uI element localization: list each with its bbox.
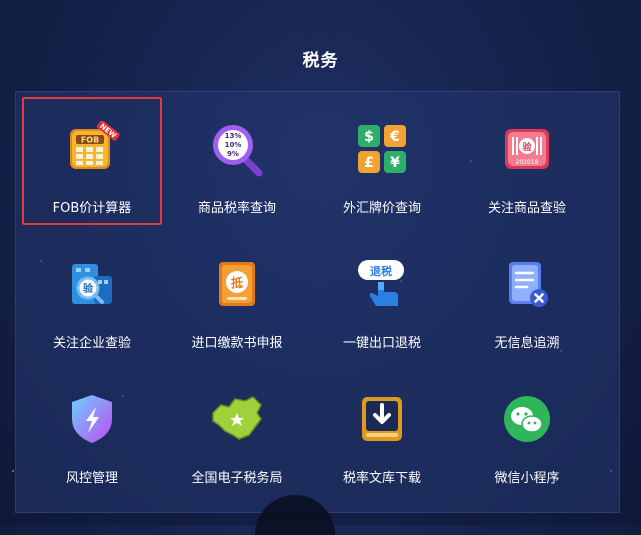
svg-text:退税: 退税: [370, 264, 392, 278]
tile-label: 关注企业查验: [52, 336, 131, 351]
svg-text:验: 验: [522, 141, 532, 153]
tile-goods-inspection[interactable]: 验 202018 关注商品查验: [457, 97, 597, 225]
currency-exchange-icon: $ € £ ¥: [354, 121, 410, 177]
svg-text:¥: ¥: [390, 155, 400, 171]
enterprise-inspection-icon: 验: [64, 256, 120, 312]
wechat-icon: [499, 391, 555, 447]
tile-no-info-trace[interactable]: 无信息追溯: [457, 232, 597, 360]
trace-document-icon: [499, 256, 555, 312]
risk-control-shield-icon: [64, 391, 120, 447]
svg-text:9%: 9%: [227, 150, 239, 158]
download-library-icon: [354, 391, 410, 447]
svg-text:£: £: [364, 155, 374, 171]
tile-exchange-rate-query[interactable]: $ € £ ¥ 外汇牌价查询: [312, 97, 452, 225]
tile-tax-rate-query[interactable]: 13% 10% 9% 商品税率查询: [167, 97, 307, 225]
svg-text:€: €: [389, 129, 400, 145]
tile-label: 全国电子税务局: [191, 471, 283, 486]
tile-wechat-mini-program[interactable]: 微信小程序: [457, 367, 597, 495]
svg-text:$: $: [364, 129, 374, 145]
tile-fob-calculator[interactable]: FOB NEW FOB价计算器: [22, 97, 162, 225]
tax-rate-magnifier-icon: 13% 10% 9%: [209, 121, 265, 177]
tile-label: 一键出口退税: [342, 336, 421, 351]
tile-label: 外汇牌价查询: [342, 201, 421, 216]
tile-risk-control[interactable]: 风控管理: [22, 367, 162, 495]
svg-text:202018: 202018: [516, 159, 539, 166]
tile-import-payment-declaration[interactable]: 抵 进口缴款书申报: [167, 232, 307, 360]
goods-inspection-icon: 验 202018: [499, 121, 555, 177]
tile-label: 无信息追溯: [494, 336, 560, 351]
tile-label: 商品税率查询: [197, 201, 276, 216]
tax-tools-grid: FOB NEW FOB价计算器 13% 10% 9% 商品税率查询 $ € £ …: [15, 91, 620, 513]
tile-label: 微信小程序: [494, 471, 560, 486]
svg-text:10%: 10%: [225, 141, 242, 149]
tile-label: FOB价计算器: [52, 201, 132, 216]
china-map-icon: [209, 391, 265, 447]
tile-enterprise-inspection[interactable]: 验 关注企业查验: [22, 232, 162, 360]
tile-label: 关注商品查验: [487, 201, 566, 216]
page-title: 税务: [302, 51, 339, 71]
tile-national-e-tax-bureau[interactable]: 全国电子税务局: [167, 367, 307, 495]
tile-label: 税率文库下载: [342, 471, 421, 486]
fob-icon-text: FOB: [81, 136, 99, 145]
tile-label: 进口缴款书申报: [191, 336, 283, 351]
svg-text:验: 验: [83, 282, 94, 295]
tile-tax-library-download[interactable]: 税率文库下载: [312, 367, 452, 495]
svg-text:13%: 13%: [225, 132, 242, 140]
tile-export-tax-refund[interactable]: 退税 一键出口退税: [312, 232, 452, 360]
export-tax-refund-icon: 退税: [354, 256, 410, 312]
svg-text:抵: 抵: [231, 275, 243, 290]
import-payment-icon: 抵: [209, 256, 265, 312]
tile-label: 风控管理: [65, 471, 118, 486]
fob-calculator-icon: FOB NEW: [64, 120, 120, 177]
